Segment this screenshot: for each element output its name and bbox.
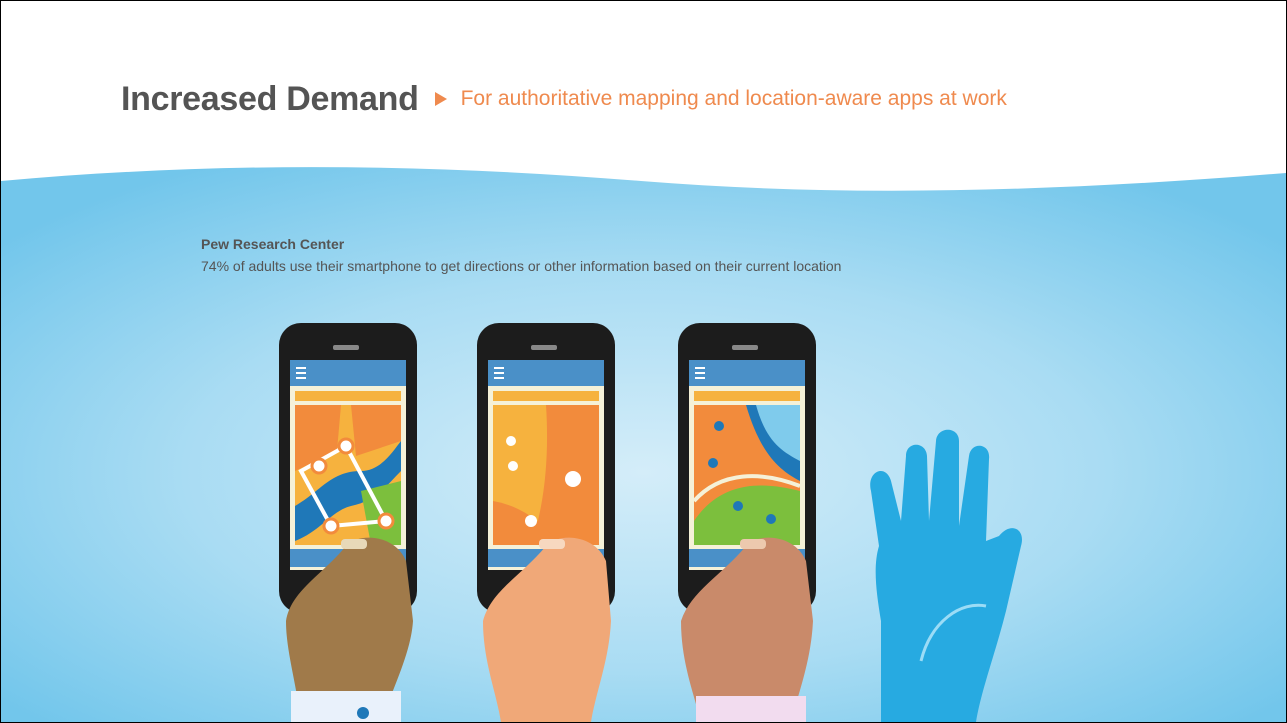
slide: Increased Demand For authoritative mappi… — [0, 0, 1287, 723]
hands-with-phones-illustration — [279, 323, 1022, 722]
phone-in-hand-icon — [477, 323, 615, 722]
phone-in-hand-icon — [279, 323, 417, 722]
phone-in-hand-icon — [678, 323, 816, 722]
raised-hand-icon — [870, 429, 1022, 722]
